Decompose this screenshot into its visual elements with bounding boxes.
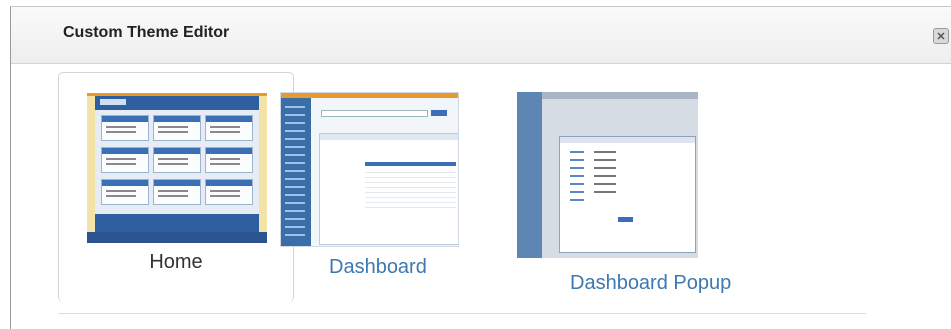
theme-picker: Home Dashboard Dashboard Popup <box>11 64 951 329</box>
dashboard-thumbnail[interactable] <box>280 92 459 247</box>
custom-theme-editor-dialog: Custom Theme Editor Home Dashboard Dashb… <box>10 6 951 329</box>
divider <box>58 313 866 314</box>
close-icon <box>937 32 945 40</box>
theme-link-dashboard[interactable]: Dashboard <box>329 256 427 279</box>
dialog-titlebar: Custom Theme Editor <box>11 7 951 64</box>
theme-label-home: Home <box>149 251 203 273</box>
dialog-title: Custom Theme Editor <box>63 24 230 41</box>
close-button[interactable] <box>933 28 949 44</box>
theme-card-home[interactable]: Home <box>58 72 294 302</box>
theme-link-dashboard-popup[interactable]: Dashboard Popup <box>570 272 731 295</box>
dashboard-popup-thumbnail[interactable] <box>517 92 698 258</box>
home-thumbnail[interactable] <box>87 93 267 243</box>
